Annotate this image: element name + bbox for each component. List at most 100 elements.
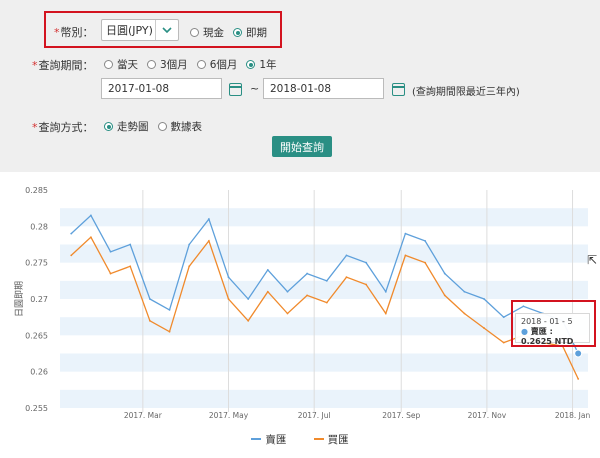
data-point-sell [463, 290, 466, 293]
data-point-buy [148, 319, 151, 322]
data-point-sell [148, 298, 151, 300]
data-point-sell [502, 316, 505, 319]
data-point-sell [266, 269, 269, 271]
mouse-cursor-icon: ⇱ [587, 253, 598, 267]
calendar-icon[interactable] [229, 83, 242, 96]
radio-data-table[interactable]: 數據表 [157, 119, 203, 134]
date-separator: ~ [250, 82, 260, 95]
data-point-buy [247, 319, 250, 322]
data-point-sell [306, 272, 309, 275]
calendar-icon[interactable] [392, 83, 405, 96]
radio-today-label: 當天 [117, 59, 138, 71]
legend-buy[interactable]: 買匯 [313, 432, 349, 447]
y-tick-label: 0.275 [25, 259, 48, 268]
mode-label: 查詢方式： [38, 121, 94, 134]
tooltip-highlight-box [511, 300, 596, 347]
radio-circle[interactable] [246, 60, 256, 69]
x-tick-label: 2017. Sep [382, 411, 420, 420]
grid-band [60, 208, 588, 227]
legend-sell-label: 賣匯 [265, 433, 287, 446]
y-tick-label: 0.265 [25, 331, 48, 340]
data-point-buy [424, 261, 427, 264]
rate-chart: 0.285 0.28 0.275 0.27 0.265 0.26 0.255 日圓即期 2017… [14, 186, 591, 420]
x-tick-label: 2017. Jul [298, 411, 331, 420]
radio-1year[interactable]: 1年 [246, 57, 277, 72]
data-point-sell [404, 232, 407, 235]
x-tick-label: 2017. May [209, 411, 249, 420]
period-row: * 查詢期間： [32, 57, 94, 73]
hover-marker [574, 349, 583, 358]
radio-trend-chart[interactable]: 走勢圖 [104, 119, 149, 134]
data-point-sell [70, 232, 73, 235]
data-point-buy [266, 290, 269, 293]
mode-options: 走勢圖 數據表 [104, 119, 211, 134]
data-point-buy [443, 294, 446, 297]
data-point-sell [345, 254, 348, 257]
data-point-sell [109, 250, 112, 253]
data-point-sell [168, 309, 171, 311]
data-point-sell [247, 298, 250, 300]
y-tick-label: 0.255 [25, 404, 48, 413]
mode-row: * 查詢方式： [32, 119, 94, 135]
radio-trend-label: 走勢圖 [117, 121, 149, 133]
period-label: 查詢期間： [38, 59, 94, 72]
data-point-sell [443, 272, 446, 275]
y-axis-label: 日圓即期 [14, 281, 25, 317]
radio-3months-label: 3個月 [160, 59, 188, 71]
data-point-buy [89, 236, 92, 239]
data-point-buy [577, 378, 580, 380]
data-point-sell [89, 214, 92, 217]
highlight-box [44, 11, 282, 48]
data-point-buy [365, 283, 368, 286]
radio-today[interactable]: 當天 [104, 57, 138, 72]
data-point-sell [227, 276, 230, 279]
data-point-buy [70, 254, 73, 257]
data-point-buy [384, 312, 387, 315]
y-tick-label: 0.26 [30, 368, 48, 377]
chart-legend: 賣匯 買匯 [0, 431, 600, 447]
data-point-buy [188, 265, 191, 268]
radio-circle[interactable] [104, 60, 113, 69]
radio-circle[interactable] [147, 60, 156, 69]
legend-sell-swatch [251, 438, 262, 440]
radio-circle[interactable] [104, 122, 113, 131]
data-point-buy [325, 301, 328, 304]
data-point-buy [207, 239, 210, 242]
y-tick-label: 0.27 [30, 295, 48, 304]
query-panel: * 幣別： 日圓(JPY) 現金 即期 * 查詢期間： 當天 3個月 6個月 1… [0, 0, 600, 172]
data-point-sell [483, 298, 485, 300]
radio-table-label: 數據表 [170, 121, 203, 133]
radio-6months[interactable]: 6個月 [196, 57, 238, 72]
legend-sell[interactable]: 賣匯 [251, 432, 286, 447]
radio-circle[interactable] [157, 122, 167, 131]
required-marker: * [32, 120, 38, 134]
data-point-buy [483, 327, 485, 329]
radio-6months-label: 6個月 [209, 59, 238, 71]
grid-band [60, 244, 588, 263]
period-note: (查詢期間限最近三年內) [412, 87, 520, 98]
start-date-input[interactable]: 2017-01-08 [101, 78, 222, 99]
legend-buy-swatch [313, 438, 324, 440]
data-point-sell [325, 279, 328, 282]
y-tick-label: 0.28 [30, 222, 48, 231]
radio-1year-label: 1年 [259, 59, 277, 71]
data-point-sell [286, 290, 289, 293]
radio-circle[interactable] [196, 60, 206, 69]
data-point-buy [306, 294, 309, 297]
grid-band [60, 353, 588, 372]
x-tick-label: 2017. Mar [124, 411, 163, 420]
required-marker: * [32, 58, 38, 72]
data-point-buy [463, 312, 466, 315]
data-point-sell [424, 239, 427, 242]
x-tick-label: 2017. Nov [468, 411, 507, 420]
data-point-sell [365, 261, 368, 264]
grid-band [60, 389, 588, 408]
data-point-buy [129, 265, 132, 268]
data-point-buy [286, 312, 289, 315]
data-point-buy [404, 254, 407, 257]
end-date-input[interactable]: 2018-01-08 [263, 78, 384, 99]
data-point-sell [207, 218, 210, 220]
submit-button[interactable]: 開始查詢 [272, 136, 332, 157]
data-point-sell [129, 243, 132, 246]
radio-3months[interactable]: 3個月 [147, 57, 188, 72]
